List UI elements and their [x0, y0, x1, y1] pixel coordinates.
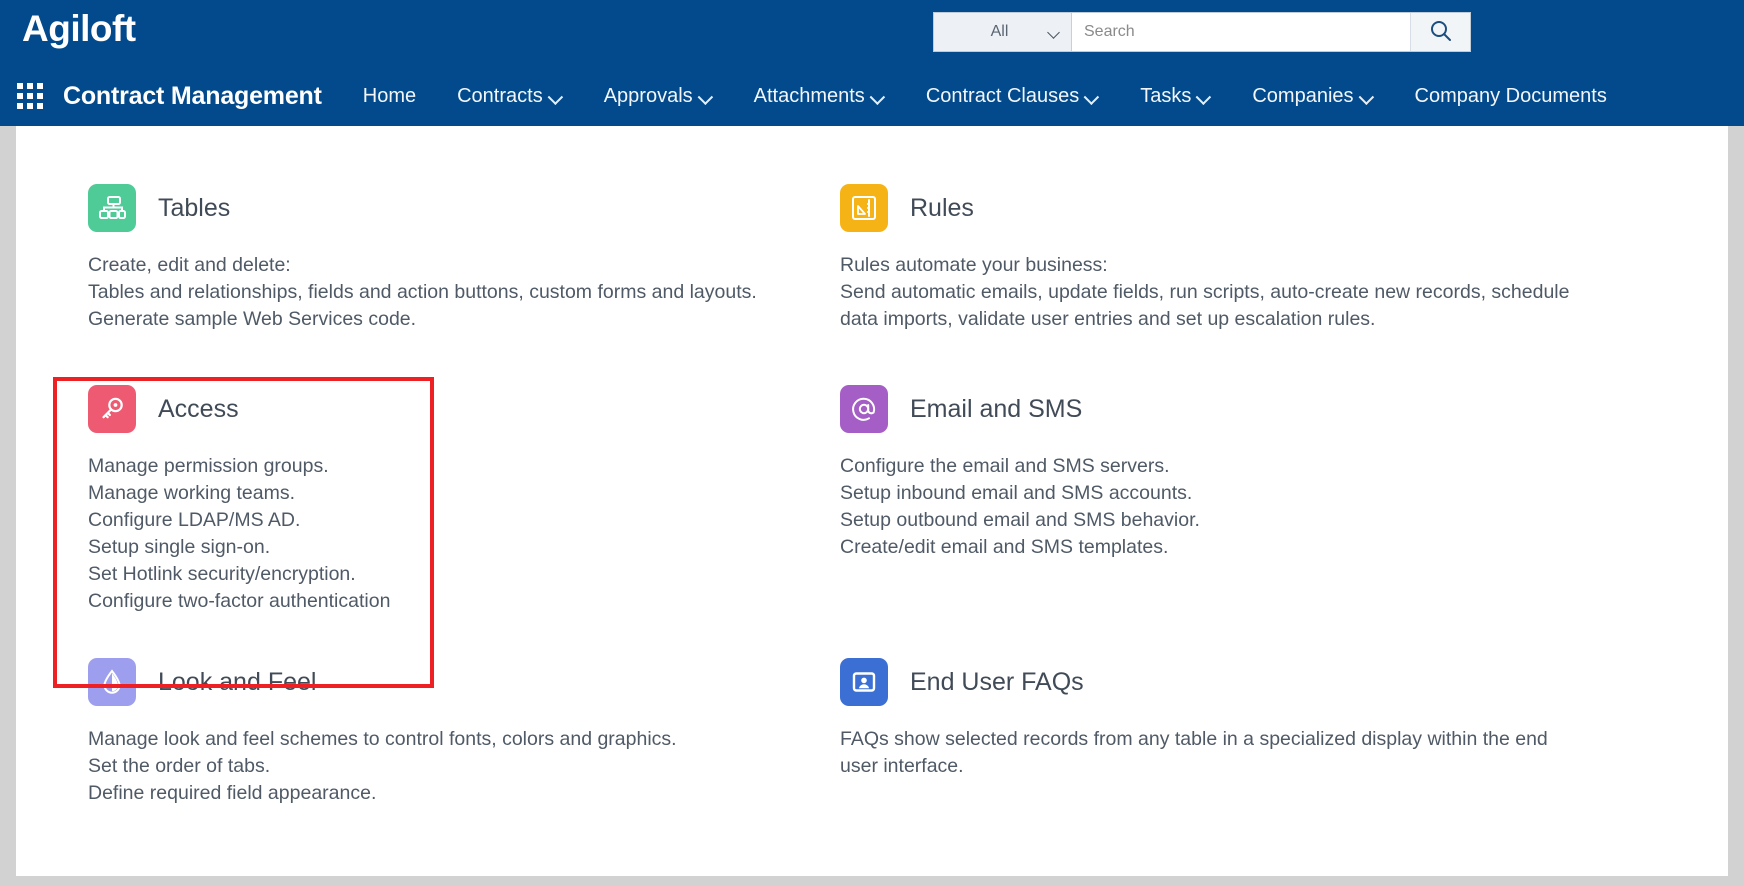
key-icon: [88, 385, 136, 433]
application-window: Agiloft All Contract Management: [0, 0, 1744, 886]
chevron-down-icon: [1358, 88, 1374, 105]
card-line: Setup inbound email and SMS accounts.: [840, 482, 1193, 504]
chevron-down-icon: [869, 88, 885, 105]
card-end-user-faqs[interactable]: End User FAQs FAQs show selected records…: [840, 658, 1600, 780]
card-line: Generate sample Web Services code.: [88, 308, 417, 330]
search-button[interactable]: [1410, 13, 1470, 51]
card-line: Tables and relationships, fields and act…: [88, 281, 757, 303]
card-title: End User FAQs: [910, 667, 1084, 696]
card-line: Setup outbound email and SMS behavior.: [840, 509, 1200, 531]
card-line: Set Hotlink security/encryption.: [88, 563, 356, 585]
card-access[interactable]: Access Manage permission groups. Manage …: [88, 385, 848, 615]
nav-item-companies[interactable]: Companies: [1252, 84, 1374, 108]
card-line: Create, edit and delete:: [88, 254, 291, 276]
nav-item-tasks[interactable]: Tasks: [1140, 84, 1212, 108]
card-line: Manage working teams.: [88, 482, 296, 504]
card-title: Rules: [910, 193, 974, 222]
global-search: All: [933, 12, 1471, 52]
app-grid-icon[interactable]: [16, 82, 44, 110]
card-title: Tables: [158, 193, 231, 222]
nav-item-contracts[interactable]: Contracts: [457, 85, 563, 108]
search-icon: [1428, 18, 1454, 47]
sitemap-icon: [88, 184, 136, 232]
card-header: Tables: [88, 184, 848, 232]
search-input[interactable]: [1072, 13, 1410, 51]
at-sign-icon: [840, 385, 888, 433]
card-header: Rules: [840, 184, 1600, 232]
card-title: Access: [158, 394, 239, 423]
card-description: Configure the email and SMS servers. Set…: [840, 453, 1600, 561]
card-line: Configure two-factor authentication: [88, 590, 391, 612]
card-title: Email and SMS: [910, 394, 1083, 423]
card-line: Configure LDAP/MS AD.: [88, 509, 301, 531]
main-navigation-bar: Contract Management Home Contracts Appro…: [0, 66, 1744, 126]
user-frame-icon: [840, 658, 888, 706]
nav-label: Approvals: [603, 84, 693, 107]
card-line: Configure the email and SMS servers.: [840, 455, 1170, 477]
page-frame-right: [1728, 126, 1744, 886]
card-line: Define required field appearance.: [88, 782, 377, 804]
card-description: Create, edit and delete: Tables and rela…: [88, 252, 848, 333]
card-tables[interactable]: Tables Create, edit and delete: Tables a…: [88, 184, 848, 333]
agiloft-logo: Agiloft: [22, 8, 136, 49]
top-header-bar: Agiloft All: [0, 0, 1744, 66]
card-line: Manage look and feel schemes to control …: [88, 728, 677, 750]
card-line: Send automatic emails, update fields, ru…: [840, 281, 1570, 303]
card-description: Manage permission groups. Manage working…: [88, 453, 848, 615]
card-line: Create/edit email and SMS templates.: [840, 536, 1169, 558]
nav-item-approvals[interactable]: Approvals: [604, 85, 713, 108]
nav-item-attachments[interactable]: Attachments: [754, 85, 885, 108]
chevron-down-icon: [697, 88, 713, 105]
nav-label: Contracts: [457, 84, 543, 107]
nav-item-home[interactable]: Home: [363, 85, 416, 108]
page-frame-left: [0, 126, 16, 886]
setup-content-area: Tables Create, edit and delete: Tables a…: [16, 126, 1728, 876]
card-line: Set the order of tabs.: [88, 755, 271, 777]
card-description: Manage look and feel schemes to control …: [88, 726, 848, 807]
card-line: Rules automate your business:: [840, 254, 1108, 276]
water-drop-icon: [88, 658, 136, 706]
card-header: Look and Feel: [88, 658, 848, 706]
chevron-down-icon: [1195, 88, 1212, 105]
nav-item-contract-clauses[interactable]: Contract Clauses: [925, 84, 1100, 108]
search-scope-label: All: [990, 23, 1009, 40]
card-header: Access: [88, 385, 848, 433]
card-line: Manage permission groups.: [88, 455, 329, 477]
app-title: Contract Management: [63, 81, 322, 110]
chevron-down-icon: [547, 88, 563, 105]
card-header: Email and SMS: [840, 385, 1600, 433]
search-scope-dropdown[interactable]: All: [934, 13, 1072, 51]
card-description: FAQs show selected records from any tabl…: [840, 726, 1600, 780]
ruler-chart-icon: [840, 184, 888, 232]
card-title: Look and Feel: [158, 667, 317, 696]
card-header: End User FAQs: [840, 658, 1600, 706]
nav-label: Home: [362, 84, 417, 107]
nav-label: Company Documents: [1414, 84, 1607, 107]
nav-label: Tasks: [1140, 84, 1192, 107]
card-line: Setup single sign-on.: [88, 536, 271, 558]
card-line: FAQs show selected records from any tabl…: [840, 728, 1548, 750]
card-description: Rules automate your business: Send autom…: [840, 252, 1600, 333]
nav-label: Contract Clauses: [925, 84, 1080, 107]
nav-label: Companies: [1252, 84, 1354, 107]
nav-item-company-documents[interactable]: Company Documents: [1415, 85, 1607, 108]
page-frame-bottom: [0, 876, 1744, 886]
card-look-and-feel[interactable]: Look and Feel Manage look and feel schem…: [88, 658, 848, 807]
nav-label: Attachments: [753, 84, 865, 107]
card-line: user interface.: [840, 755, 964, 777]
card-email-and-sms[interactable]: Email and SMS Configure the email and SM…: [840, 385, 1600, 561]
card-rules[interactable]: Rules Rules automate your business: Send…: [840, 184, 1600, 333]
chevron-down-icon: [1083, 88, 1100, 105]
card-line: data imports, validate user entries and …: [840, 308, 1376, 330]
